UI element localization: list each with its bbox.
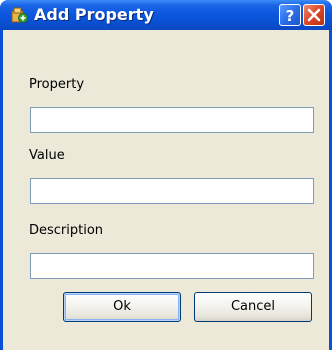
help-icon: ? (286, 7, 295, 25)
ok-button[interactable]: Ok (63, 292, 181, 322)
cancel-button[interactable]: Cancel (194, 292, 312, 322)
property-input[interactable] (30, 107, 314, 133)
add-property-dialog: Add Property ? Property Value Descriptio… (0, 0, 332, 350)
help-button[interactable]: ? (279, 4, 301, 26)
svg-text:?: ? (286, 7, 295, 25)
close-icon (307, 8, 321, 22)
description-label: Description (29, 223, 104, 238)
dialog-body: Property Value Description Ok Cancel (3, 30, 329, 350)
add-property-icon (10, 6, 28, 24)
value-input[interactable] (30, 178, 314, 204)
window-title: Add Property (34, 5, 154, 24)
property-label: Property (29, 77, 85, 92)
description-input[interactable] (30, 253, 314, 279)
value-label: Value (29, 148, 65, 163)
title-bar[interactable]: Add Property ? (0, 0, 332, 30)
close-button[interactable] (303, 4, 325, 26)
